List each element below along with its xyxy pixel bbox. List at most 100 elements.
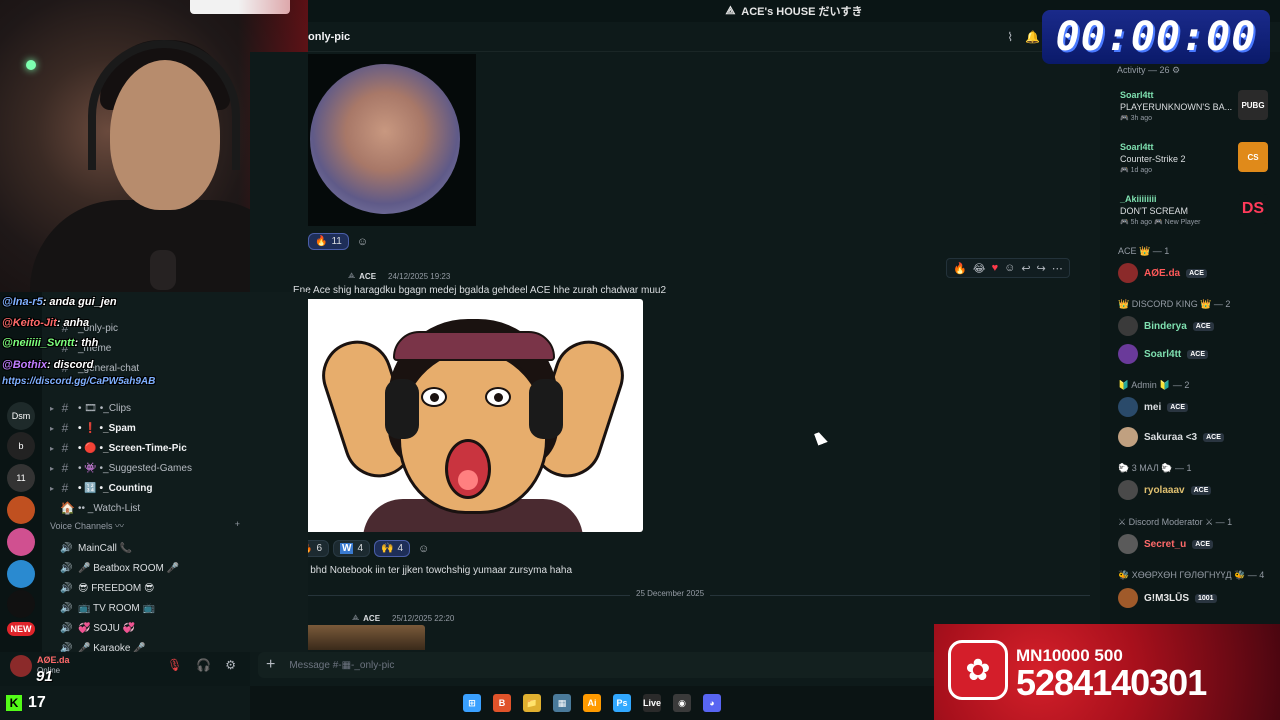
windows-start-icon[interactable]: ⊞ (463, 694, 481, 712)
app-icon[interactable]: ▦ (553, 694, 571, 712)
message-meta-3: ⟁ ACE 25/12/2025 22:20 (352, 613, 454, 623)
role-icon: ⟁ (348, 271, 356, 280)
server-icon-pink[interactable] (7, 528, 35, 556)
photoshop-icon[interactable]: Ps (613, 694, 631, 712)
member-name: AØE.da (1144, 267, 1181, 279)
speaker-icon: 🔊 (60, 562, 73, 574)
add-reaction-icon[interactable]: ☺ (418, 543, 429, 555)
reaction-hands[interactable]: 🙌 4 (374, 540, 411, 557)
reaction-w[interactable]: W 4 (333, 540, 371, 557)
user-avatar[interactable] (10, 655, 32, 677)
channel-item[interactable]: 🏠 •• _Watch-List (50, 499, 140, 517)
reaction-fire-quick[interactable]: 🔥 (953, 262, 967, 275)
voice-channel-item[interactable]: 🔊 🎤 Beatbox ROOM 🎤 (50, 559, 179, 577)
server-icon-b[interactable]: b (7, 432, 35, 460)
voice-channel-item[interactable]: 🔊 💞 SOJU 💞 (50, 619, 135, 637)
member-name: ryolaaav (1144, 484, 1185, 496)
server-icon-1[interactable]: 11 (7, 464, 35, 492)
server-icon-blue[interactable] (7, 560, 35, 588)
reaction-fire[interactable]: 🔥 11 (308, 233, 349, 250)
brave-browser-icon[interactable]: B (493, 694, 511, 712)
channel-name: •• _Watch-List (78, 502, 141, 514)
voice-channel-item[interactable]: 🔊 😎 FREEDOM 😎 (50, 579, 154, 597)
file-explorer-icon[interactable]: 📁 (523, 694, 541, 712)
member-name: Sakuraa <3 (1144, 431, 1198, 443)
posted-image-3[interactable] (293, 625, 425, 650)
voice-channel-item[interactable]: 🔊 MainCall 📞 (50, 539, 132, 557)
game-icon: CS (1238, 142, 1268, 172)
author-tag: ACE (359, 271, 377, 281)
reaction-laugh-quick[interactable]: 😂 (973, 262, 986, 275)
channel-item[interactable]: ▸ # • 🎞 •_Clips (50, 399, 131, 417)
voice-channel-name: MainCall 📞 (78, 542, 133, 554)
discord-icon[interactable]: ◕ (703, 694, 721, 712)
channel-name: • ❗ •_Spam (78, 422, 136, 434)
reaction-heart-quick[interactable]: ♥ (992, 262, 999, 274)
mute-mic-icon[interactable]: 🎙 (167, 658, 182, 672)
headphones-icon[interactable]: 🎧 (196, 658, 211, 672)
speaker-icon: 🔊 (60, 602, 73, 614)
hash-icon: # (61, 401, 69, 415)
posted-image-avatar[interactable] (308, 54, 476, 226)
channel-item[interactable]: ▸ # • 🔢 •_Counting (50, 479, 152, 497)
channel-item[interactable]: ▸ # • 🔴 •_Screen-Time-Pic (50, 439, 187, 457)
activity-card[interactable]: Soarl4tt PLAYERUNKNOWN'S BA... 🎮 3h ago PUB… (1120, 90, 1280, 122)
reply-icon[interactable]: ↩ (1021, 262, 1030, 275)
role-group-header: 👑 DISCORD KING 👑 — 2 (1118, 299, 1231, 309)
donation-overlay: ✿ MN10000 500 5284140301 (934, 624, 1280, 720)
member-tag: ACE (1186, 268, 1207, 278)
channel-item[interactable]: # _general-chat (50, 359, 140, 377)
role-group-header: 🐝 ХӨӨРХӨН ГӨЛӨГНҮҮД 🐝 — 4 (1118, 570, 1265, 580)
message-list[interactable]: 🔥 11 ☺ ⟁ ACE 24/12/2025 19:23 Ene Ace sh… (250, 52, 1100, 650)
server-logo-icon: ⟁ (725, 4, 736, 17)
obs-icon[interactable]: ◉ (673, 694, 691, 712)
settings-gear-icon[interactable]: ⚙ (225, 658, 236, 672)
game-icon: DS (1238, 194, 1268, 224)
member-name: Secret_u (1144, 538, 1187, 550)
message-text-followup: Ydj bhd Notebook iin ter jjken towchshig… (293, 565, 573, 576)
member-item[interactable]: Sakuraa <3 ACE (1118, 426, 1224, 448)
hash-icon: # (61, 341, 69, 355)
screen: ⟁ ACE's HOUSE だいすき only-pic ⌇ 🔔 🔥 11 ☺ ⟁… (0, 0, 1280, 720)
donation-account: 5284140301 (1016, 662, 1207, 703)
member-item[interactable]: Soarl4tt ACE (1118, 343, 1209, 365)
member-item[interactable]: mei ACE (1118, 396, 1189, 418)
posted-image-cartoon[interactable] (293, 299, 643, 532)
member-name: G!M3LŪS (1144, 592, 1189, 604)
server-icon-dsm[interactable]: Dsm (7, 402, 35, 430)
kick-logo-icon: K (6, 695, 22, 711)
member-item[interactable]: Secret_u ACE (1118, 533, 1214, 555)
member-item[interactable]: Binderya ACE (1118, 315, 1214, 337)
add-reaction-icon[interactable]: ☺ (357, 236, 368, 248)
kick-viewer-count: K 17 (6, 694, 46, 712)
activity-card[interactable]: Soarl4tt Counter-Strike 2 🎮 1d ago CS (1120, 142, 1280, 174)
member-item[interactable]: AØE.da ACE (1118, 262, 1207, 284)
threads-icon[interactable]: ⌇ (1007, 30, 1013, 44)
forward-icon[interactable]: ↪ (1037, 262, 1046, 275)
add-channel-icon[interactable]: + (235, 519, 240, 532)
timestamp: 24/12/2025 19:23 (388, 271, 451, 281)
avatar (1118, 397, 1138, 417)
member-name: Soarl4tt (1144, 348, 1182, 360)
voice-channel-item[interactable]: 🔊 📺 TV ROOM 📺 (50, 599, 155, 617)
member-item[interactable]: ryolaaav ACE (1118, 479, 1212, 501)
channel-name: only-pic (308, 30, 351, 43)
member-item[interactable]: G!M3LŪS 1001 (1118, 587, 1217, 609)
bell-icon[interactable]: 🔔 (1025, 30, 1040, 44)
hash-icon: # (61, 441, 69, 455)
attach-plus-icon[interactable]: + (266, 656, 275, 674)
channel-item[interactable]: ▸ # • ❗ •_Spam (50, 419, 136, 437)
channel-item[interactable]: # _only-pic (50, 319, 118, 337)
illustrator-icon[interactable]: Ai (583, 694, 601, 712)
live-icon[interactable]: Live (643, 694, 661, 712)
server-icon-dark[interactable] (7, 590, 35, 618)
channel-item[interactable]: ▸ # • 👾 •_Suggested-Games (50, 459, 192, 477)
activity-card[interactable]: _Akiiiiiiii DON'T SCREAM 🎮 5h ago 🎮 New Pl… (1120, 194, 1280, 226)
more-options-icon[interactable]: ⋯ (1052, 262, 1063, 275)
avatar (1118, 588, 1138, 608)
channel-item[interactable]: # _meme (50, 339, 112, 357)
server-icon-avatar[interactable] (7, 496, 35, 524)
headset (88, 40, 240, 170)
add-reaction-icon[interactable]: ☺ (1004, 262, 1015, 274)
voice-channels-header[interactable]: Voice Channels 〰 + (50, 519, 240, 532)
